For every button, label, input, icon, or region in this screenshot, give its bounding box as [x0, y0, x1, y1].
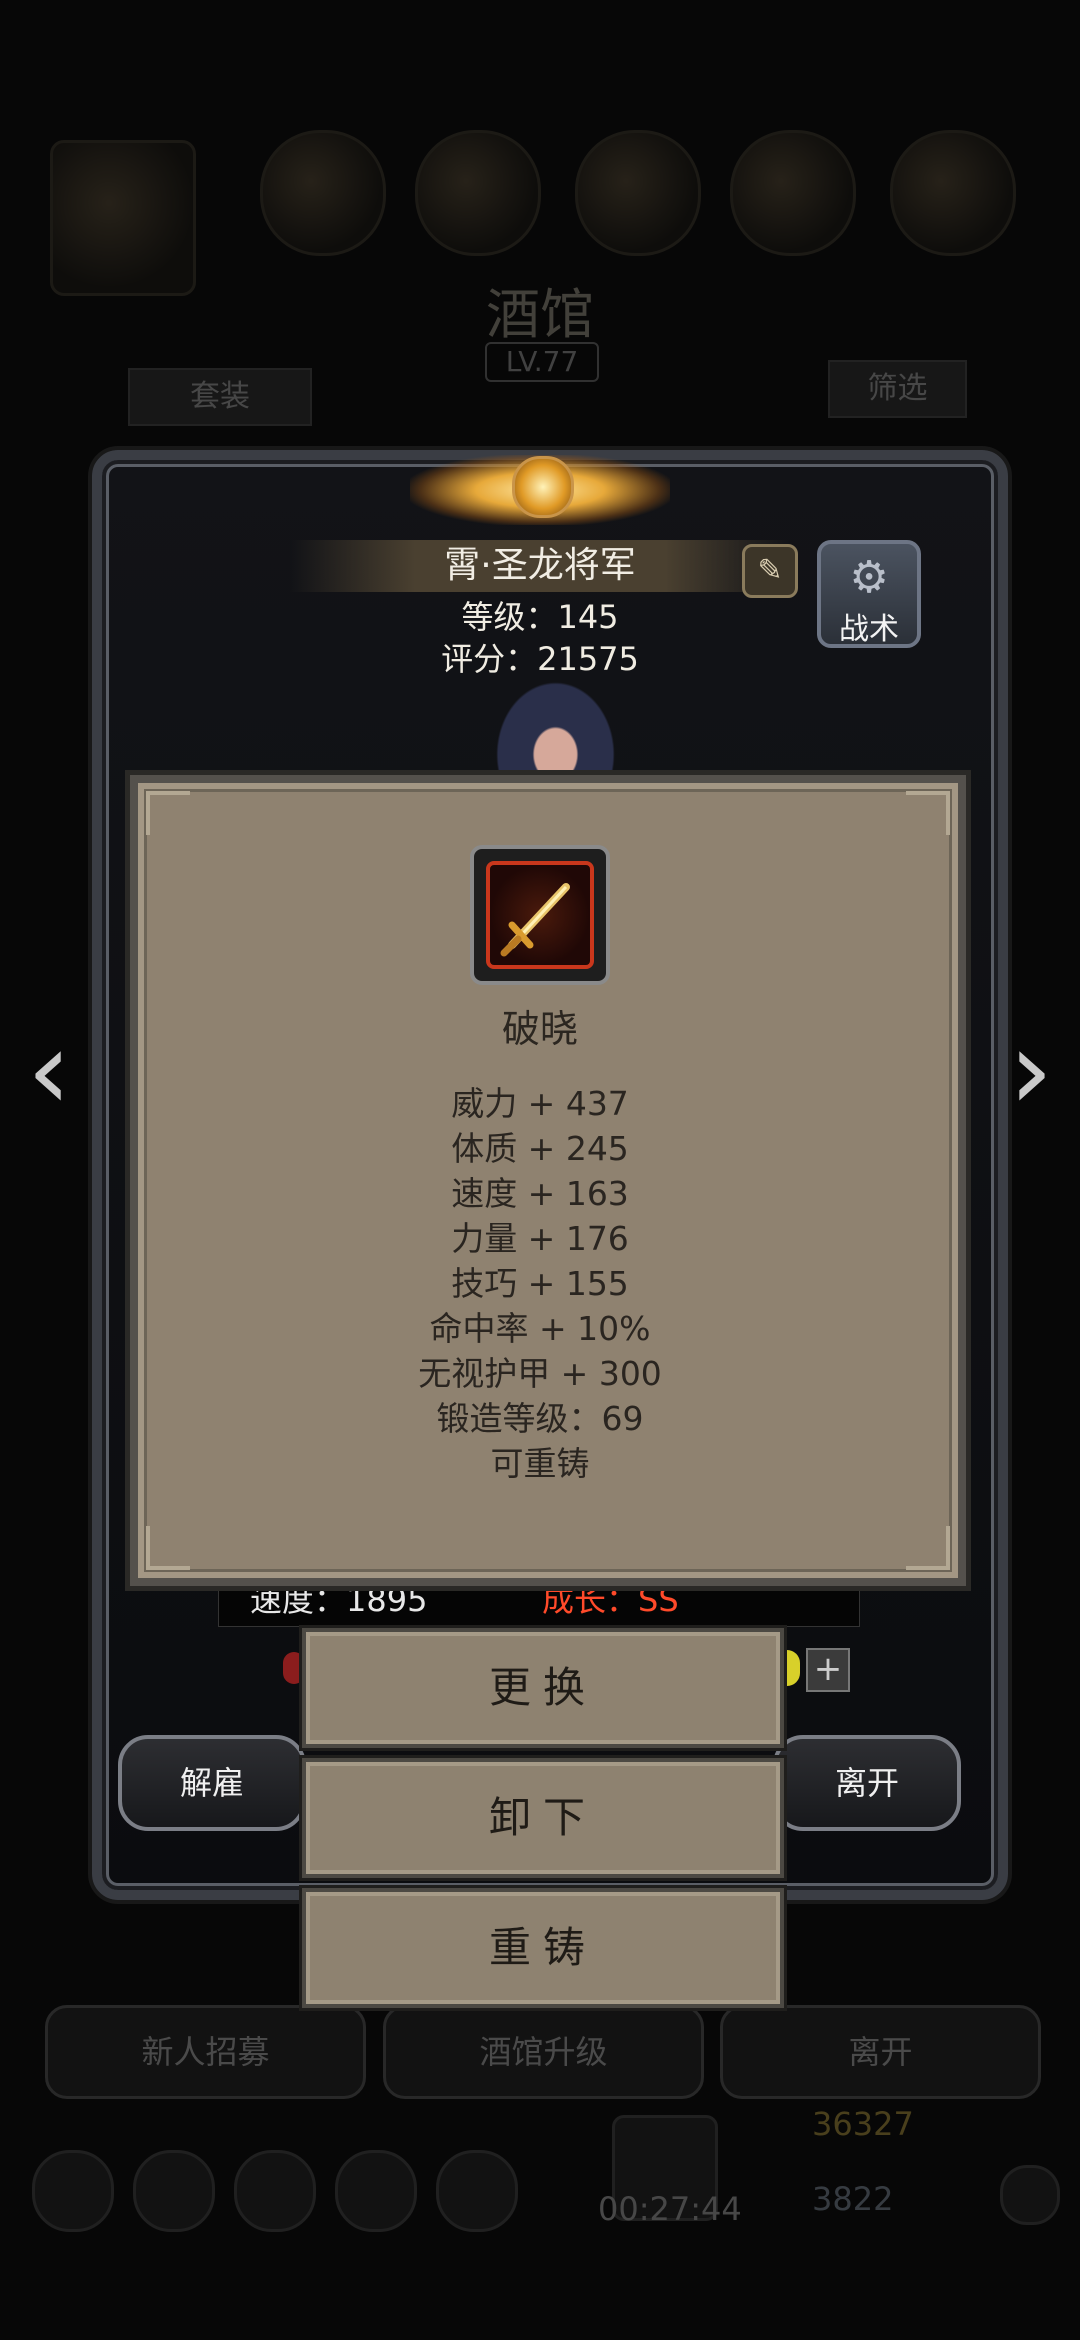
timer-value: 00:27:44	[598, 2190, 742, 2228]
add-icon[interactable]	[1000, 2165, 1060, 2225]
corner-ornament	[906, 791, 950, 835]
item-icon-bg	[486, 861, 594, 969]
hero-name: 霄·圣龙将军	[290, 540, 790, 592]
hero-level: 等级：145	[461, 598, 619, 636]
prev-hero-arrow-icon[interactable]: ‹	[14, 1015, 84, 1125]
menu-icon[interactable]	[32, 2150, 114, 2232]
tavern-leave-button[interactable]: 离开	[720, 2005, 1041, 2099]
sword-icon	[500, 883, 570, 957]
gear-icon: ⚙	[849, 552, 889, 603]
resource-icon	[415, 130, 541, 256]
item-reforgeable: 可重铸	[490, 1444, 590, 1483]
menu-icon[interactable]	[234, 2150, 316, 2232]
tavern-title: 酒馆	[486, 283, 594, 346]
tactic-label: 战术	[839, 612, 899, 647]
corner-ornament	[906, 1526, 950, 1570]
item-stat: 技巧 + 155	[451, 1264, 629, 1303]
set-button[interactable]: 套装	[128, 368, 312, 426]
hero-portrait	[488, 672, 623, 782]
menu-icon[interactable]	[436, 2150, 518, 2232]
resource-icon	[730, 130, 856, 256]
item-stat: 体质 + 245	[451, 1129, 629, 1168]
recruit-button[interactable]: 新人招募	[45, 2005, 366, 2099]
tavern-upgrade-button[interactable]: 酒馆升级	[383, 2005, 704, 2099]
menu-icon[interactable]	[133, 2150, 215, 2232]
unequip-button[interactable]: 卸下	[302, 1758, 784, 1878]
edit-name-icon[interactable]: ✎	[742, 544, 798, 598]
resource-icon	[260, 130, 386, 256]
hero-avatar-thumb[interactable]	[50, 140, 196, 296]
crest-emblem-icon	[512, 456, 574, 518]
reforge-button[interactable]: 重铸	[302, 1888, 784, 2008]
tavern-level: LV.77	[485, 342, 599, 382]
corner-ornament	[146, 1526, 190, 1570]
item-stat: 威力 + 437	[451, 1084, 629, 1123]
gem-value: 3822	[812, 2180, 894, 2218]
leave-button[interactable]: 离开	[773, 1735, 961, 1831]
corner-ornament	[146, 791, 190, 835]
item-forge-level: 锻造等级：69	[436, 1399, 644, 1438]
resource-icon	[890, 130, 1016, 256]
item-stat: 无视护甲 + 300	[418, 1354, 662, 1393]
gold-value: 36327	[812, 2105, 914, 2143]
filter-button[interactable]: 筛选	[828, 360, 967, 418]
plus-icon[interactable]: +	[806, 1648, 850, 1692]
item-icon-frame	[470, 845, 610, 985]
item-stat: 命中率 + 10%	[429, 1309, 651, 1348]
tactic-button[interactable]: ⚙ 战术	[817, 540, 921, 648]
next-hero-arrow-icon[interactable]: ›	[996, 1015, 1066, 1125]
dismiss-button[interactable]: 解雇	[118, 1735, 306, 1831]
replace-button[interactable]: 更换	[302, 1628, 784, 1748]
item-name: 破晓	[501, 1007, 578, 1051]
menu-icon[interactable]	[335, 2150, 417, 2232]
item-stat: 速度 + 163	[451, 1174, 629, 1213]
item-stat: 力量 + 176	[451, 1219, 629, 1258]
resource-icon	[575, 130, 701, 256]
